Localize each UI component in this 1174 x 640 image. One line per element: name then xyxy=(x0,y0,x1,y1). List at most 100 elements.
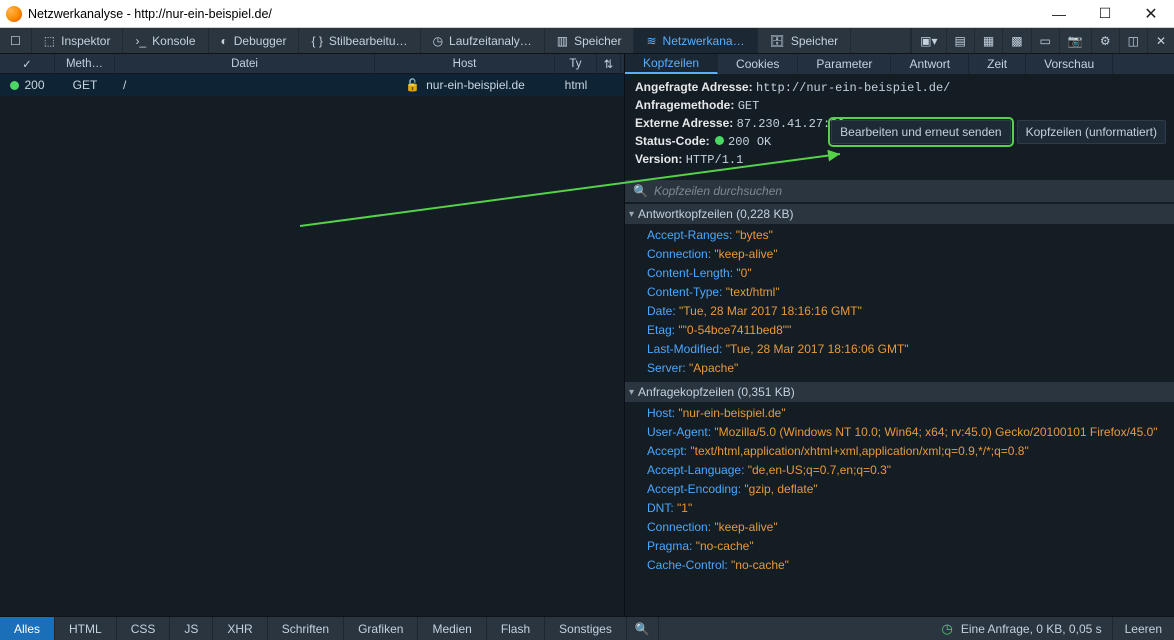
tab-netzwerkanalyse[interactable]: ≋Netzwerkana… xyxy=(634,28,757,53)
request-headers-section[interactable]: Anfragekopfzeilen (0,351 KB) xyxy=(625,382,1174,402)
header-line: Date: "Tue, 28 Mar 2017 18:16:16 GMT" xyxy=(647,302,1174,321)
scratchpad-icon[interactable]: ▦ xyxy=(974,28,1002,53)
responsive-mode-icon[interactable]: ▤ xyxy=(946,28,974,53)
maximize-button[interactable]: ☐ xyxy=(1082,0,1128,28)
header-value: "no-cache" xyxy=(696,539,754,553)
tab-laufzeitanalyse[interactable]: ◷Laufzeitanaly… xyxy=(421,28,545,53)
header-name: User-Agent: xyxy=(647,425,711,439)
header-name: Cache-Control: xyxy=(647,558,728,572)
console-icon: ›_ xyxy=(135,34,146,48)
col-transferred[interactable]: ⇅ xyxy=(597,54,621,73)
method-cell: GET xyxy=(55,74,115,96)
header-value: "Tue, 28 Mar 2017 18:16:16 GMT" xyxy=(679,304,862,318)
filter-html[interactable]: HTML xyxy=(55,617,117,640)
screenshot-icon[interactable]: 📷 xyxy=(1059,28,1091,53)
header-line: Cache-Control: "no-cache" xyxy=(647,556,1174,575)
filter-js[interactable]: JS xyxy=(170,617,213,640)
header-line: Server: "Apache" xyxy=(647,359,1174,378)
debugger-icon: ◐ xyxy=(221,34,228,48)
header-line: Content-Length: "0" xyxy=(647,264,1174,283)
file-cell: / xyxy=(115,74,375,96)
raw-headers-button[interactable]: Kopfzeilen (unformatiert) xyxy=(1017,120,1166,144)
tab-inspektor[interactable]: ⬚Inspektor xyxy=(32,28,124,53)
header-line: Accept-Language: "de,en-US;q=0.7,en;q=0.… xyxy=(647,461,1174,480)
response-headers-section[interactable]: Antwortkopfzeilen (0,228 KB) xyxy=(625,204,1174,224)
ruler-icon[interactable]: ▭ xyxy=(1031,28,1059,53)
window-titlebar: Netzwerkanalyse - http://nur-ein-beispie… xyxy=(0,0,1174,28)
header-name: Content-Length: xyxy=(647,266,733,280)
header-value: "de,en-US;q=0.7,en;q=0.3" xyxy=(748,463,891,477)
value-version: HTTP/1.1 xyxy=(686,153,744,167)
label-remote: Externe Adresse: xyxy=(635,116,733,130)
filter-medien[interactable]: Medien xyxy=(418,617,486,640)
tab-speicher-memory[interactable]: ▥Speicher xyxy=(545,28,635,53)
host-cell: 🔓nur-ein-beispiel.de xyxy=(375,74,555,96)
filter-flash[interactable]: Flash xyxy=(487,617,545,640)
header-line: Content-Type: "text/html" xyxy=(647,283,1174,302)
tab-antwort[interactable]: Antwort xyxy=(891,54,969,74)
header-value: "Tue, 28 Mar 2017 18:16:06 GMT" xyxy=(726,342,909,356)
value-remote: 87.230.41.27:80 xyxy=(737,117,845,131)
firefox-icon xyxy=(6,6,22,22)
network-table-header: ✓ Meth… Datei Host Ty ⇅ xyxy=(0,54,624,74)
tab-stilbearbeitung[interactable]: { }Stilbearbeitu… xyxy=(299,28,420,53)
select-frame-icon[interactable]: ▣▾ xyxy=(911,28,945,53)
tab-debugger[interactable]: ◐Debugger xyxy=(209,28,300,53)
filter-grafiken[interactable]: Grafiken xyxy=(344,617,418,640)
col-status[interactable]: ✓ xyxy=(0,54,55,73)
filter-schriften[interactable]: Schriften xyxy=(268,617,344,640)
filter-search-button[interactable]: 🔍 xyxy=(627,617,659,640)
search-icon: 🔍 xyxy=(633,184,648,198)
header-line: DNT: "1" xyxy=(647,499,1174,518)
status-dot-icon xyxy=(10,81,19,90)
tab-zeit[interactable]: Zeit xyxy=(969,54,1026,74)
value-requested-url: http://nur-ein-beispiel.de/ xyxy=(756,81,950,95)
tab-konsole[interactable]: ›_Konsole xyxy=(123,28,208,53)
filter-xhr[interactable]: XHR xyxy=(213,617,267,640)
header-name: Connection: xyxy=(647,247,711,261)
storage-icon: 🗄 xyxy=(770,34,785,48)
col-file[interactable]: Datei xyxy=(115,54,375,73)
header-line: User-Agent: "Mozilla/5.0 (Windows NT 10.… xyxy=(647,423,1174,442)
security-icon: 🔓 xyxy=(405,78,420,92)
dock-side-icon[interactable]: ◫ xyxy=(1119,28,1147,53)
request-summary: Eine Anfrage, 0 KB, 0,05 s xyxy=(961,622,1102,636)
tab-vorschau[interactable]: Vorschau xyxy=(1026,54,1113,74)
iframe-picker-icon[interactable]: ☐ xyxy=(0,28,32,53)
paint-flashing-icon[interactable]: ▩ xyxy=(1002,28,1030,53)
filter-sonstiges[interactable]: Sonstiges xyxy=(545,617,627,640)
header-line: Last-Modified: "Tue, 28 Mar 2017 18:16:0… xyxy=(647,340,1174,359)
header-value: "keep-alive" xyxy=(714,247,777,261)
header-name: Host: xyxy=(647,406,675,420)
header-line: Pragma: "no-cache" xyxy=(647,537,1174,556)
close-button[interactable]: ✕ xyxy=(1128,0,1174,28)
memory-icon: ▥ xyxy=(557,34,568,48)
header-name: Accept-Ranges: xyxy=(647,228,732,242)
detail-tabs: Kopfzeilen Cookies Parameter Antwort Zei… xyxy=(625,54,1174,74)
header-value: "bytes" xyxy=(736,228,773,242)
clear-button[interactable]: Leeren xyxy=(1112,617,1174,640)
filter-placeholder: Kopfzeilen durchsuchen xyxy=(654,184,782,198)
col-host[interactable]: Host xyxy=(375,54,555,73)
header-filter-input[interactable]: 🔍 Kopfzeilen durchsuchen xyxy=(625,180,1174,202)
close-devtools-icon[interactable]: ✕ xyxy=(1147,28,1174,53)
header-line: Accept-Encoding: "gzip, deflate" xyxy=(647,480,1174,499)
tab-parameter[interactable]: Parameter xyxy=(798,54,891,74)
header-line: Accept: "text/html,application/xhtml+xml… xyxy=(647,442,1174,461)
col-type[interactable]: Ty xyxy=(555,54,597,73)
tab-cookies[interactable]: Cookies xyxy=(718,54,798,74)
tab-kopfzeilen[interactable]: Kopfzeilen xyxy=(625,54,718,74)
filter-css[interactable]: CSS xyxy=(117,617,171,640)
minimize-button[interactable]: — xyxy=(1036,0,1082,28)
filter-alles[interactable]: Alles xyxy=(0,617,55,640)
request-row[interactable]: 200 GET / 🔓nur-ein-beispiel.de html xyxy=(0,74,624,96)
header-value: "text/html" xyxy=(726,285,780,299)
network-icon: ≋ xyxy=(646,34,656,48)
edit-resend-button[interactable]: Bearbeiten und erneut senden xyxy=(831,120,1010,144)
header-name: Pragma: xyxy=(647,539,692,553)
settings-icon[interactable]: ⚙ xyxy=(1091,28,1119,53)
col-method[interactable]: Meth… xyxy=(55,54,115,73)
tab-speicher-storage[interactable]: 🗄Speicher xyxy=(758,28,852,53)
value-status: 200 OK xyxy=(728,135,771,149)
header-name: Accept-Encoding: xyxy=(647,482,741,496)
